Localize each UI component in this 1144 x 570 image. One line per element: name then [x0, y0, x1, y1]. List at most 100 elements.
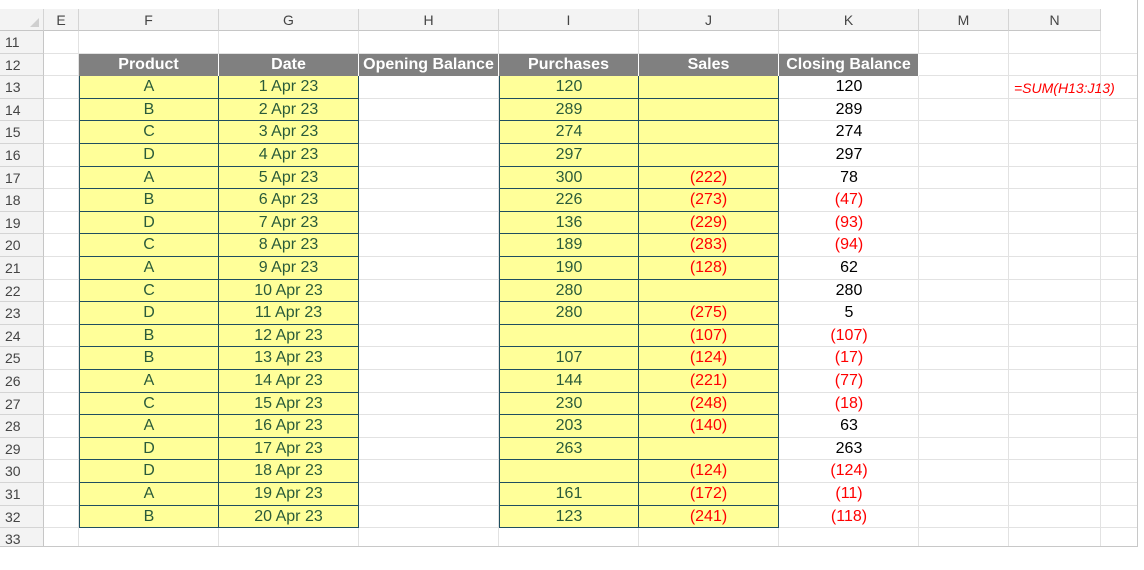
sales-cell[interactable] — [639, 437, 779, 461]
date-cell[interactable]: 20 Apr 23 — [219, 505, 359, 529]
product-cell[interactable]: D — [79, 302, 219, 325]
opening-balance-cell[interactable] — [359, 415, 499, 438]
sales-cell[interactable]: (140) — [639, 415, 779, 438]
row-header-21[interactable]: 21 — [0, 257, 44, 280]
product-cell[interactable]: A — [79, 257, 219, 280]
row-header-26[interactable]: 26 — [0, 370, 44, 393]
column-header-g[interactable]: G — [219, 9, 359, 31]
row-header-30[interactable]: 30 — [0, 460, 44, 483]
date-cell[interactable]: 14 Apr 23 — [219, 370, 359, 393]
closing-balance-cell[interactable]: (18) — [779, 393, 919, 416]
opening-balance-cell[interactable] — [359, 460, 499, 483]
column-header-h[interactable]: H — [359, 9, 499, 31]
date-cell[interactable]: 4 Apr 23 — [219, 144, 359, 167]
product-cell[interactable]: A — [79, 166, 219, 190]
purchases-cell[interactable]: 123 — [499, 505, 639, 529]
purchases-cell[interactable]: 120 — [499, 76, 639, 99]
closing-balance-cell[interactable]: (107) — [779, 325, 919, 348]
header-date[interactable]: Date — [219, 53, 359, 77]
sales-cell[interactable]: (124) — [639, 460, 779, 483]
purchases-cell[interactable]: 144 — [499, 370, 639, 393]
row-header-31[interactable]: 31 — [0, 483, 44, 506]
purchases-cell[interactable] — [499, 460, 639, 483]
sales-cell[interactable]: (172) — [639, 483, 779, 506]
sales-cell[interactable]: (248) — [639, 392, 779, 416]
sales-cell[interactable] — [639, 279, 779, 303]
closing-balance-cell[interactable]: 62 — [779, 257, 919, 280]
opening-balance-cell[interactable] — [359, 234, 499, 257]
date-cell[interactable]: 17 Apr 23 — [219, 437, 359, 461]
product-cell[interactable]: D — [79, 460, 219, 483]
closing-balance-cell[interactable]: 78 — [779, 167, 919, 190]
opening-balance-cell[interactable] — [359, 189, 499, 212]
purchases-cell[interactable]: 280 — [499, 279, 639, 303]
closing-balance-cell[interactable]: 274 — [779, 121, 919, 144]
date-cell[interactable]: 5 Apr 23 — [219, 166, 359, 190]
product-cell[interactable]: A — [79, 415, 219, 438]
date-cell[interactable]: 15 Apr 23 — [219, 392, 359, 416]
row-header-16[interactable]: 16 — [0, 144, 44, 167]
opening-balance-cell[interactable] — [359, 280, 499, 303]
opening-balance-cell[interactable] — [359, 325, 499, 348]
product-cell[interactable]: C — [79, 279, 219, 303]
product-cell[interactable]: C — [79, 392, 219, 416]
opening-balance-cell[interactable] — [359, 438, 499, 461]
date-cell[interactable]: 7 Apr 23 — [219, 211, 359, 235]
header-sales[interactable]: Sales — [639, 53, 779, 77]
row-header-32[interactable]: 32 — [0, 505, 44, 529]
row-header-20[interactable]: 20 — [0, 234, 44, 257]
product-cell[interactable]: A — [79, 76, 219, 99]
opening-balance-cell[interactable] — [359, 506, 499, 529]
sales-cell[interactable]: (107) — [639, 324, 779, 348]
sales-cell[interactable]: (128) — [639, 257, 779, 280]
column-header-m[interactable]: M — [919, 9, 1009, 31]
header-product[interactable]: Product — [79, 53, 219, 77]
purchases-cell[interactable]: 280 — [499, 302, 639, 325]
sales-cell[interactable]: (241) — [639, 505, 779, 529]
closing-balance-cell[interactable]: (124) — [779, 460, 919, 483]
product-cell[interactable]: A — [79, 483, 219, 506]
purchases-cell[interactable]: 189 — [499, 234, 639, 257]
closing-balance-cell[interactable]: (94) — [779, 234, 919, 257]
product-cell[interactable]: B — [79, 347, 219, 370]
closing-balance-cell[interactable]: (77) — [779, 370, 919, 393]
opening-balance-cell[interactable] — [359, 257, 499, 280]
date-cell[interactable]: 12 Apr 23 — [219, 324, 359, 348]
product-cell[interactable]: C — [79, 234, 219, 257]
sales-cell[interactable]: (221) — [639, 370, 779, 393]
date-cell[interactable]: 9 Apr 23 — [219, 257, 359, 280]
closing-balance-cell[interactable]: (93) — [779, 212, 919, 235]
closing-balance-cell[interactable]: (17) — [779, 347, 919, 370]
row-header-29[interactable]: 29 — [0, 437, 44, 461]
purchases-cell[interactable]: 226 — [499, 189, 639, 212]
purchases-cell[interactable]: 136 — [499, 211, 639, 235]
product-cell[interactable]: B — [79, 98, 219, 122]
purchases-cell[interactable]: 297 — [499, 144, 639, 167]
product-cell[interactable]: D — [79, 144, 219, 167]
row-header-17[interactable]: 17 — [0, 166, 44, 190]
purchases-cell[interactable]: 107 — [499, 347, 639, 370]
sales-cell[interactable]: (283) — [639, 234, 779, 257]
opening-balance-cell[interactable] — [359, 144, 499, 167]
product-cell[interactable]: C — [79, 121, 219, 144]
column-header-e[interactable]: E — [44, 9, 79, 31]
date-cell[interactable]: 18 Apr 23 — [219, 460, 359, 483]
sales-cell[interactable] — [639, 121, 779, 144]
sales-cell[interactable]: (273) — [639, 189, 779, 212]
row-header-11[interactable]: 11 — [0, 31, 44, 54]
header-purchases[interactable]: Purchases — [499, 53, 639, 77]
sales-cell[interactable] — [639, 98, 779, 122]
sales-cell[interactable] — [639, 144, 779, 167]
closing-balance-cell[interactable]: 63 — [779, 415, 919, 438]
purchases-cell[interactable]: 300 — [499, 166, 639, 190]
date-cell[interactable]: 16 Apr 23 — [219, 415, 359, 438]
date-cell[interactable]: 13 Apr 23 — [219, 347, 359, 370]
row-header-12[interactable]: 12 — [0, 53, 44, 77]
product-cell[interactable]: B — [79, 505, 219, 529]
opening-balance-cell[interactable] — [359, 212, 499, 235]
date-cell[interactable]: 2 Apr 23 — [219, 98, 359, 122]
date-cell[interactable]: 3 Apr 23 — [219, 121, 359, 144]
opening-balance-cell[interactable] — [359, 347, 499, 370]
column-header-n[interactable]: N — [1009, 9, 1101, 31]
closing-balance-cell[interactable]: 263 — [779, 438, 919, 461]
